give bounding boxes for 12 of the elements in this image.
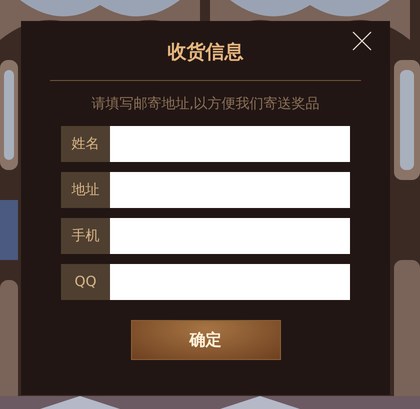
input-field[interactable] <box>110 126 350 162</box>
field-label: 地址 <box>61 172 110 208</box>
field-label: 姓名 <box>61 126 110 162</box>
dialog-title: 收货信息 <box>168 40 244 65</box>
field-label: QQ <box>61 264 110 300</box>
input-field[interactable] <box>110 172 350 208</box>
close-icon[interactable] <box>352 31 372 51</box>
field-label: 手机 <box>61 218 110 254</box>
input-field[interactable] <box>110 264 350 300</box>
input-field[interactable] <box>110 218 350 254</box>
dialog-subtitle: 请填写邮寄地址,以方便我们寄送奖品 <box>91 95 320 113</box>
confirm-button[interactable]: 确定 <box>130 320 280 360</box>
